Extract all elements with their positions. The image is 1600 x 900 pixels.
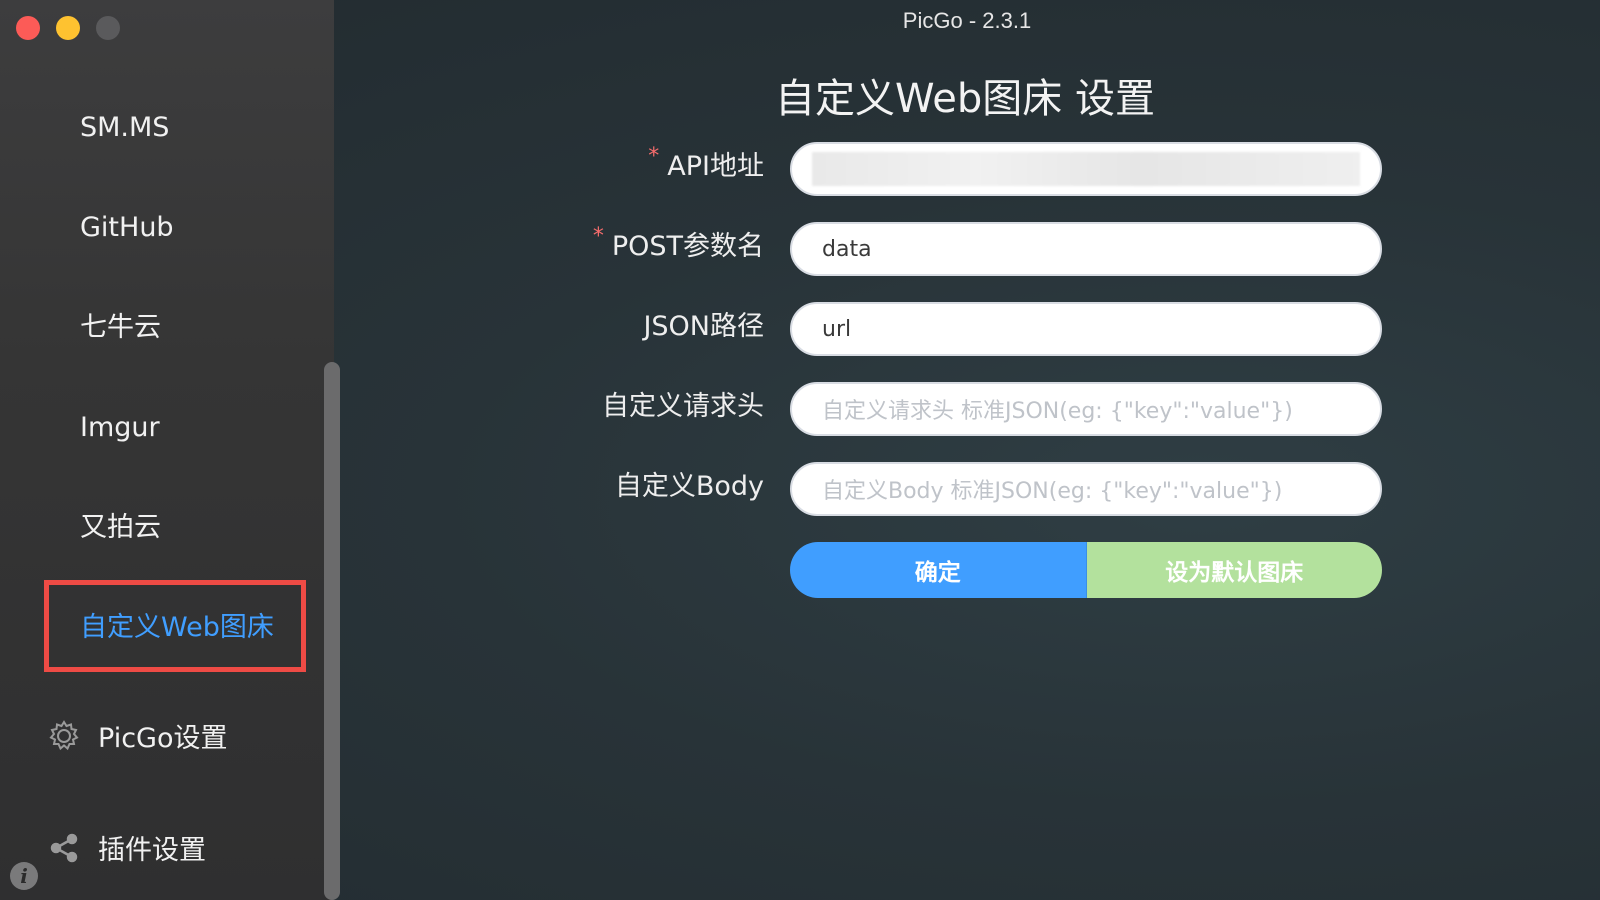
json-path-value: url <box>822 316 852 342</box>
required-mark: * <box>648 144 660 169</box>
confirm-button[interactable]: 确定 <box>790 542 1087 598</box>
json-path-input[interactable]: url <box>790 302 1382 356</box>
app-window: SM.MS GitHub 七牛云 Imgur 又拍云 自定义Web图床 PicG… <box>0 0 1600 900</box>
post-param-label: * POST参数名 <box>593 224 764 263</box>
custom-headers-placeholder: 自定义请求头 标准JSON(eg: {"key":"value"}) <box>822 399 1293 424</box>
custom-headers-input[interactable]: 自定义请求头 标准JSON(eg: {"key":"value"}) <box>790 382 1382 436</box>
required-mark: * <box>592 224 604 249</box>
share-icon <box>46 830 82 866</box>
post-param-label-text: POST参数名 <box>611 231 764 262</box>
post-param-input[interactable]: data <box>790 222 1382 276</box>
action-button-group: 确定 设为默认图床 <box>790 542 1382 598</box>
set-default-button[interactable]: 设为默认图床 <box>1086 542 1382 598</box>
sidebar-item-imgur[interactable]: Imgur <box>80 411 160 445</box>
custom-body-input[interactable]: 自定义Body 标准JSON(eg: {"key":"value"}) <box>790 462 1382 516</box>
json-path-label: JSON路径 <box>643 311 764 342</box>
sidebar-item-github[interactable]: GitHub <box>80 211 174 245</box>
minimize-window-button[interactable] <box>56 16 80 40</box>
api-url-input[interactable] <box>790 142 1382 196</box>
sidebar-item-upyun[interactable]: 又拍云 <box>80 511 161 545</box>
sidebar-item-picgo-settings[interactable]: PicGo设置 <box>46 716 227 755</box>
info-icon[interactable]: i <box>10 862 38 890</box>
sidebar-item-qiniu[interactable]: 七牛云 <box>80 311 161 345</box>
zoom-window-button[interactable] <box>96 16 120 40</box>
picgo-settings-label: PicGo设置 <box>98 723 228 754</box>
custom-body-placeholder: 自定义Body 标准JSON(eg: {"key":"value"}) <box>822 479 1283 504</box>
window-title: PicGo - 2.3.1 <box>902 8 1032 33</box>
api-url-label: * API地址 <box>648 144 764 183</box>
close-window-button[interactable] <box>16 16 40 40</box>
custom-body-label: 自定义Body <box>614 471 764 502</box>
sidebar-scrollbar[interactable] <box>324 362 340 900</box>
sidebar: SM.MS GitHub 七牛云 Imgur 又拍云 自定义Web图床 PicG… <box>0 0 340 900</box>
custom-headers-label: 自定义请求头 <box>602 391 764 422</box>
gear-icon <box>46 718 82 754</box>
sidebar-item-smms[interactable]: SM.MS <box>80 111 169 145</box>
api-url-label-text: API地址 <box>667 151 764 182</box>
sidebar-item-plugin-settings[interactable]: 插件设置 <box>46 828 206 867</box>
plugin-settings-label: 插件设置 <box>98 835 206 866</box>
redacted-value <box>812 152 1360 186</box>
post-param-value: data <box>822 236 872 262</box>
page-title: 自定义Web图床 设置 <box>775 76 1155 122</box>
sidebar-item-custom-web[interactable]: 自定义Web图床 <box>80 611 274 645</box>
